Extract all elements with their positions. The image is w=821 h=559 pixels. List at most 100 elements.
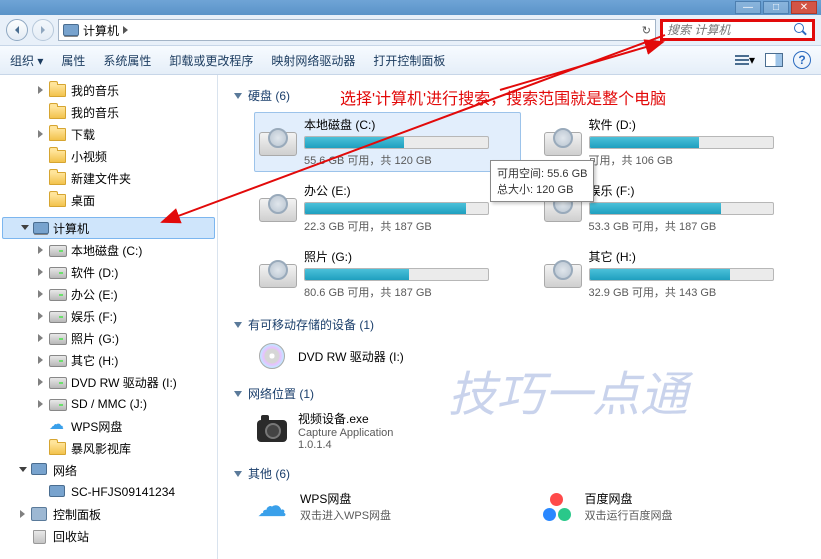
drive-icon [49, 286, 67, 302]
tree-item[interactable]: 新建文件夹 [0, 167, 217, 189]
view-options-icon[interactable]: ▾ [735, 52, 755, 68]
address-bar[interactable]: 计算机 ↻ [58, 19, 656, 41]
maximize-button[interactable]: □ [763, 1, 789, 14]
caret-down-icon [234, 93, 242, 99]
tree-label: 计算机 [53, 220, 89, 237]
tree-item-drive[interactable]: WPS网盘 [0, 415, 217, 437]
dvd-drive[interactable]: DVD RW 驱动器 (I:) [254, 341, 805, 371]
drive-card[interactable]: 照片 (G:) 80.6 GB 可用，共 187 GB [254, 244, 521, 304]
refresh-icon[interactable]: ↻ [642, 24, 651, 37]
computer-icon [33, 221, 49, 235]
other-baidu[interactable]: 百度网盘 双击运行百度网盘 [539, 490, 806, 523]
netloc-sub2: 1.0.1.4 [298, 439, 393, 451]
dvd-icon [259, 343, 285, 369]
drive-name: 其它 (H:) [589, 248, 802, 265]
tree-label: WPS网盘 [71, 418, 122, 435]
camera-icon [257, 420, 287, 442]
open-control-panel-button[interactable]: 打开控制面板 [373, 52, 445, 69]
tree-item-drive[interactable]: SD / MMC (J:) [0, 393, 217, 415]
tree-recycle-bin[interactable]: 回收站 [0, 525, 217, 547]
caret-down-icon [234, 391, 242, 397]
network-device[interactable]: 视频设备.exe Capture Application 1.0.1.4 [254, 410, 805, 451]
folder-icon [49, 170, 67, 186]
usage-bar [589, 268, 774, 281]
pc-icon [49, 484, 67, 500]
drive-name: 本地磁盘 (C:) [304, 116, 517, 133]
hdd-icon [259, 260, 295, 288]
tree-label: 办公 (E:) [71, 286, 118, 303]
tree-label: 本地磁盘 (C:) [71, 242, 142, 259]
tree-label: 我的音乐 [71, 104, 119, 121]
uninstall-button[interactable]: 卸载或更改程序 [169, 52, 253, 69]
drive-name: 办公 (E:) [304, 182, 517, 199]
other-sub: 双击运行百度网盘 [585, 507, 673, 523]
toolbar: 组织 ▾ 属性 系统属性 卸载或更改程序 映射网络驱动器 打开控制面板 ▾ ? [0, 45, 821, 75]
section-removable[interactable]: 有可移动存储的设备 (1) [234, 316, 805, 333]
netloc-sub1: Capture Application [298, 427, 393, 439]
tree-item[interactable]: 我的音乐 [0, 79, 217, 101]
usage-bar [589, 202, 774, 215]
tree-item-network-pc[interactable]: SC-HFJS09141234 [0, 481, 217, 503]
tree-item-drive[interactable]: 照片 (G:) [0, 327, 217, 349]
section-network-location[interactable]: 网络位置 (1) [234, 385, 805, 402]
hdd-icon [259, 128, 295, 156]
tree-computer[interactable]: 计算机 [2, 217, 215, 239]
tree-item[interactable]: 桌面 [0, 189, 217, 211]
cloud-icon: ☁ [257, 489, 287, 524]
drive-icon [49, 396, 67, 412]
tree-item-drive[interactable]: 软件 (D:) [0, 261, 217, 283]
nav-row: 计算机 ↻ [0, 15, 821, 45]
content-pane: 硬盘 (6) 本地磁盘 (C:) 55.6 GB 可用，共 120 GB 软件 … [218, 75, 821, 559]
search-box[interactable] [660, 19, 815, 41]
other-wps[interactable]: ☁ WPS网盘 双击进入WPS网盘 [254, 490, 521, 523]
tree-item-drive[interactable]: 其它 (H:) [0, 349, 217, 371]
drive-icon [49, 330, 67, 346]
tree-label: 其它 (H:) [71, 352, 118, 369]
map-drive-button[interactable]: 映射网络驱动器 [271, 52, 355, 69]
drive-stat: 可用，共 106 GB [589, 152, 802, 168]
breadcrumb-sep-icon[interactable] [123, 26, 128, 34]
breadcrumb-root[interactable]: 计算机 [83, 22, 119, 39]
tree-item[interactable]: 下载 [0, 123, 217, 145]
netloc-name: 视频设备.exe [298, 410, 393, 427]
folder-icon [49, 148, 67, 164]
drive-icon [49, 264, 67, 280]
drive-card[interactable]: 其它 (H:) 32.9 GB 可用，共 143 GB [539, 244, 806, 304]
tree-item-drive[interactable]: DVD RW 驱动器 (I:) [0, 371, 217, 393]
tree-label: 暴风影视库 [71, 440, 131, 457]
forward-button[interactable] [32, 19, 54, 41]
close-button[interactable]: ✕ [791, 1, 817, 14]
usage-bar [304, 268, 489, 281]
tree-label: 娱乐 (F:) [71, 308, 117, 325]
tree-item-drive[interactable]: 娱乐 (F:) [0, 305, 217, 327]
drive-card[interactable]: 办公 (E:) 22.3 GB 可用，共 187 GB [254, 178, 521, 238]
tree-item[interactable]: 我的音乐 [0, 101, 217, 123]
search-input[interactable] [667, 23, 787, 37]
drive-stat: 22.3 GB 可用，共 187 GB [304, 218, 517, 234]
tree-item-drive[interactable]: 办公 (E:) [0, 283, 217, 305]
search-icon[interactable] [794, 23, 808, 37]
caret-down-icon [234, 471, 242, 477]
tree-item-drive[interactable]: 本地磁盘 (C:) [0, 239, 217, 261]
organize-menu[interactable]: 组织 ▾ [10, 52, 43, 69]
drive-name: 软件 (D:) [589, 116, 802, 133]
tree-network[interactable]: 网络 [0, 459, 217, 481]
preview-pane-icon[interactable] [765, 53, 783, 67]
help-icon[interactable]: ? [793, 51, 811, 69]
section-hard-disks[interactable]: 硬盘 (6) [234, 87, 805, 104]
other-title: 百度网盘 [585, 490, 673, 507]
folder-icon [49, 104, 67, 120]
tree-item[interactable]: 小视频 [0, 145, 217, 167]
section-other[interactable]: 其他 (6) [234, 465, 805, 482]
back-button[interactable] [6, 19, 28, 41]
folder-icon [49, 192, 67, 208]
tree-item-drive[interactable]: 暴风影视库 [0, 437, 217, 459]
usage-bar [304, 202, 489, 215]
tree-control-panel[interactable]: 控制面板 [0, 503, 217, 525]
drive-stat: 55.6 GB 可用，共 120 GB [304, 152, 517, 168]
properties-button[interactable]: 属性 [61, 52, 85, 69]
drive-card[interactable]: 本地磁盘 (C:) 55.6 GB 可用，共 120 GB [254, 112, 521, 172]
system-properties-button[interactable]: 系统属性 [103, 52, 151, 69]
minimize-button[interactable]: — [735, 1, 761, 14]
tree-label: 下载 [71, 126, 95, 143]
